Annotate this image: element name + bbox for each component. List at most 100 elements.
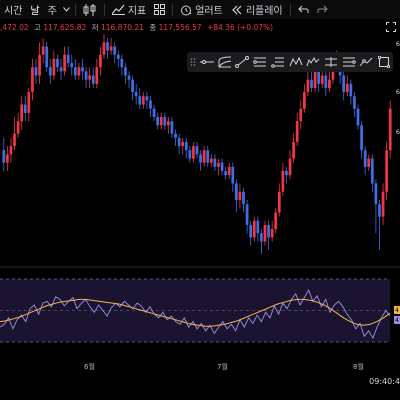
candle-body bbox=[170, 121, 174, 134]
candle-body bbox=[256, 220, 260, 234]
candle-body bbox=[242, 191, 245, 205]
candle-body bbox=[16, 121, 20, 134]
candle-body bbox=[227, 166, 231, 176]
candle-body bbox=[195, 146, 199, 155]
chart-type-button[interactable] bbox=[79, 0, 101, 19]
candle-body bbox=[360, 125, 363, 151]
candle-body bbox=[113, 46, 117, 55]
timeframe-dropdown-icon[interactable] bbox=[61, 0, 72, 19]
low-label: 저 bbox=[91, 23, 99, 32]
toolbar-divider bbox=[289, 3, 291, 16]
forecast-tool-icon[interactable] bbox=[358, 52, 376, 72]
rewind-icon bbox=[231, 5, 242, 14]
candle-body bbox=[152, 108, 156, 118]
undo-button[interactable] bbox=[294, 0, 313, 19]
alert-label: 얼러트 bbox=[195, 6, 223, 17]
replay-label: 리플레이 bbox=[245, 6, 283, 17]
drag-handle-icon[interactable] bbox=[187, 52, 198, 72]
candle-body bbox=[249, 224, 253, 238]
candle-body bbox=[224, 170, 227, 176]
candle-body bbox=[41, 46, 45, 55]
candle-body bbox=[274, 212, 278, 230]
candle-body bbox=[149, 100, 152, 109]
price-axis-label: 6 bbox=[395, 88, 400, 96]
candle-body bbox=[45, 46, 49, 68]
candle-body bbox=[202, 150, 206, 163]
trend-line-tool-icon[interactable] bbox=[234, 52, 252, 72]
candle-body bbox=[174, 133, 177, 138]
long-position-tool-icon[interactable] bbox=[340, 52, 358, 72]
layouts-button[interactable] bbox=[150, 0, 169, 19]
xabcd-pattern-tool-icon[interactable] bbox=[287, 52, 305, 72]
high-value: 117,625.82 bbox=[43, 23, 87, 32]
candle-body bbox=[9, 146, 13, 155]
candle-body bbox=[156, 117, 160, 126]
candle-body bbox=[213, 158, 217, 167]
elliott-wave-tool-icon[interactable] bbox=[304, 52, 322, 72]
candle-body bbox=[2, 150, 6, 163]
candle-body bbox=[188, 150, 192, 159]
candle-body bbox=[288, 158, 292, 176]
replay-button[interactable]: 리플레이 bbox=[227, 0, 287, 19]
candle-body bbox=[328, 79, 331, 88]
candle-body bbox=[81, 67, 84, 72]
candle-body bbox=[73, 67, 77, 76]
candle-body bbox=[145, 96, 149, 101]
candle-body bbox=[220, 162, 224, 171]
candle-body bbox=[99, 54, 102, 68]
candle-body bbox=[102, 42, 106, 55]
alert-button[interactable]: 얼러트 bbox=[176, 0, 227, 19]
candle-body bbox=[292, 141, 295, 159]
candle-body bbox=[285, 170, 288, 176]
candle-body bbox=[206, 150, 210, 163]
alarm-clock-icon bbox=[181, 5, 192, 15]
fullscreen-icon[interactable] bbox=[386, 22, 396, 32]
candle-body bbox=[217, 162, 220, 167]
candle-body bbox=[95, 67, 99, 84]
grid-icon bbox=[154, 4, 166, 15]
ohlc-legend: ,472.02 고 117,625.82 저 116,870.21 종 117,… bbox=[0, 22, 273, 36]
candle-body bbox=[299, 108, 303, 122]
candle-body bbox=[199, 154, 202, 163]
candles-icon bbox=[83, 3, 96, 16]
candle-body bbox=[349, 83, 353, 97]
candle-body bbox=[138, 96, 142, 105]
indicators-button[interactable]: 지표 bbox=[108, 0, 150, 19]
candle-body bbox=[181, 141, 185, 147]
candle-body bbox=[116, 54, 120, 59]
time-axis[interactable]: 6월 7월 8월 bbox=[0, 352, 400, 400]
candle-body bbox=[48, 67, 52, 76]
redo-icon bbox=[317, 5, 328, 13]
candle-body bbox=[270, 229, 274, 238]
candle-body bbox=[388, 108, 392, 151]
horizontal-ray-tool-icon[interactable] bbox=[198, 52, 216, 72]
candle-body bbox=[260, 233, 263, 242]
projection-tool-icon[interactable] bbox=[322, 52, 340, 72]
fib-extension-tool-icon[interactable] bbox=[269, 52, 287, 72]
candle-body bbox=[263, 224, 267, 242]
candle-body bbox=[370, 158, 374, 184]
parallel-channel-tool-icon[interactable] bbox=[216, 52, 234, 72]
candle-body bbox=[252, 220, 256, 238]
toolbar-divider bbox=[74, 3, 76, 16]
timeframe-week[interactable]: 주 bbox=[44, 0, 61, 19]
oscillator-value-badge: 4 bbox=[393, 316, 400, 324]
candle-body bbox=[109, 46, 113, 51]
timeframe-day[interactable]: 날 bbox=[26, 0, 43, 19]
redo-button[interactable] bbox=[313, 0, 332, 19]
undo-icon bbox=[297, 5, 309, 13]
date-price-range-tool-icon[interactable] bbox=[375, 52, 393, 72]
candle-body bbox=[356, 108, 360, 126]
candle-body bbox=[385, 150, 388, 192]
fib-retracement-tool-icon[interactable] bbox=[251, 52, 269, 72]
time-tick-june: 6월 bbox=[84, 363, 95, 371]
candle-body bbox=[124, 67, 127, 76]
candle-body bbox=[381, 191, 385, 217]
chart-settings-icons bbox=[386, 22, 396, 32]
candle-body bbox=[23, 104, 27, 113]
candle-body bbox=[66, 54, 70, 64]
close-value: 117,556.57 bbox=[158, 23, 202, 32]
candle-body bbox=[31, 67, 34, 93]
timeframe-hour[interactable]: 시간 bbox=[0, 0, 26, 19]
candle-body bbox=[374, 183, 378, 205]
